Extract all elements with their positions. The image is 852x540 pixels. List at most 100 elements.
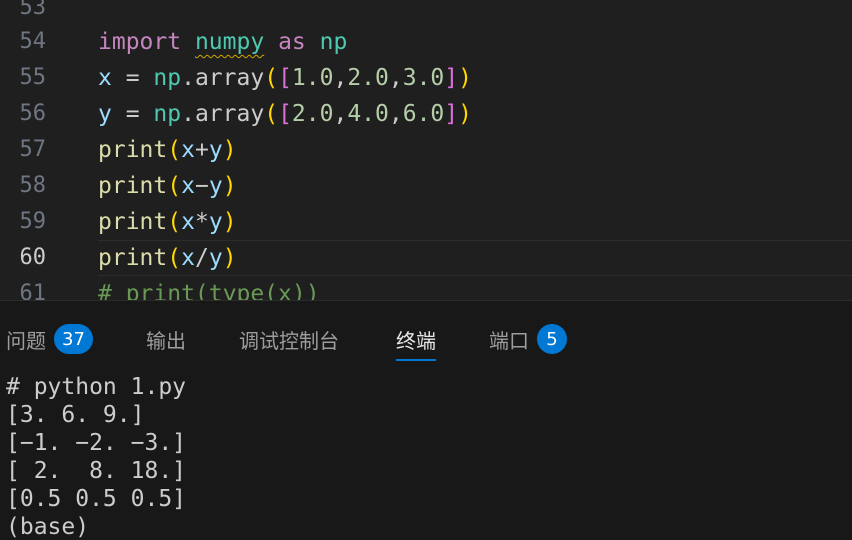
code-line: 53 bbox=[0, 0, 852, 26]
comma-token: , bbox=[388, 101, 403, 127]
bracket-token: [ bbox=[278, 65, 292, 91]
comma-token: , bbox=[333, 65, 348, 91]
bracket-token: ) bbox=[222, 245, 237, 271]
alias-token: np bbox=[319, 29, 348, 55]
number-token: 4.0 bbox=[347, 101, 389, 127]
code-line: 58 print(x−y) bbox=[0, 168, 852, 204]
variable-token: x bbox=[181, 137, 195, 163]
number-token: 2.0 bbox=[291, 101, 334, 127]
terminal-line: # python 1.py bbox=[6, 374, 187, 400]
number-token: 6.0 bbox=[402, 101, 445, 127]
variable-token: y bbox=[208, 209, 223, 235]
code-line: 54 import numpy as np bbox=[0, 24, 852, 60]
code-line: 61 # print(type(x)) bbox=[0, 276, 852, 300]
method-token: .array bbox=[181, 101, 265, 127]
bracket-token: ) bbox=[222, 173, 237, 199]
bracket-token: ) bbox=[458, 65, 472, 91]
line-number: 54 bbox=[19, 29, 47, 54]
number-token: 2.0 bbox=[347, 65, 389, 91]
line-number: 55 bbox=[19, 65, 47, 90]
line-number: 61 bbox=[19, 281, 47, 300]
code-text[interactable]: print(x/y) bbox=[98, 240, 237, 276]
tab-label: 调试控制台 bbox=[239, 328, 339, 353]
line-number: 53 bbox=[19, 0, 47, 20]
bracket-token: ( bbox=[167, 209, 182, 235]
code-text[interactable]: print(x−y) bbox=[98, 168, 237, 204]
variable-token: y bbox=[208, 137, 223, 163]
code-text[interactable]: y = np.array([2.0,4.0,6.0]) bbox=[98, 96, 472, 132]
module-token-warning[interactable]: numpy bbox=[195, 29, 264, 55]
bracket-token: [ bbox=[278, 101, 292, 127]
function-token: print bbox=[98, 245, 168, 271]
keyword-token: import bbox=[98, 29, 182, 55]
operator-token: * bbox=[194, 209, 209, 235]
bracket-token: ( bbox=[264, 65, 279, 91]
tab-terminal[interactable]: 终端 bbox=[396, 319, 436, 361]
module-token: np bbox=[153, 65, 182, 91]
module-token: np bbox=[153, 101, 182, 127]
code-text[interactable]: x = np.array([1.0,2.0,3.0]) bbox=[98, 60, 472, 96]
tab-debug-console[interactable]: 调试控制台 bbox=[239, 319, 339, 359]
code-text[interactable]: print(x+y) bbox=[98, 132, 237, 168]
function-token: print bbox=[98, 173, 168, 199]
tab-label: 输出 bbox=[146, 328, 186, 353]
tab-label: 端口 bbox=[489, 328, 529, 353]
terminal-line: [3. 6. 9.] bbox=[6, 402, 145, 428]
terminal-line: [−1. −2. −3.] bbox=[6, 430, 187, 456]
comma-token: , bbox=[333, 101, 348, 127]
bracket-token: ) bbox=[458, 101, 472, 127]
variable-token: y bbox=[98, 101, 112, 127]
tab-label: 问题 bbox=[6, 328, 46, 353]
bracket-token: ] bbox=[444, 65, 459, 91]
terminal-output[interactable]: # python 1.py [3. 6. 9.] [−1. −2. −3.] [… bbox=[6, 373, 846, 540]
line-number: 56 bbox=[19, 101, 47, 126]
bracket-token: ( bbox=[264, 101, 279, 127]
keyword-token: as bbox=[278, 29, 306, 55]
comma-token: , bbox=[388, 65, 403, 91]
comment-token[interactable]: # print(type(x)) bbox=[98, 276, 320, 300]
operator-token: = bbox=[111, 101, 154, 127]
code-line-current: 60 print(x/y) bbox=[0, 240, 852, 276]
problems-count-badge: 37 bbox=[54, 324, 93, 354]
bracket-token: ) bbox=[222, 209, 237, 235]
method-token: .array bbox=[181, 65, 265, 91]
bottom-panel: 问题 37 输出 调试控制台 终端 端口 5 # python 1.py [3.… bbox=[0, 300, 852, 540]
code-text[interactable]: import numpy as np bbox=[98, 24, 347, 60]
bracket-token: ( bbox=[167, 137, 182, 163]
tab-ports[interactable]: 端口 5 bbox=[489, 319, 567, 359]
code-text[interactable]: print(x*y) bbox=[98, 204, 237, 240]
number-token: 1.0 bbox=[291, 65, 334, 91]
variable-token: y bbox=[208, 173, 223, 199]
variable-token: y bbox=[208, 245, 223, 271]
number-token: 3.0 bbox=[402, 65, 445, 91]
operator-token: / bbox=[194, 245, 209, 271]
variable-token: x bbox=[98, 65, 112, 91]
variable-token: x bbox=[181, 209, 195, 235]
operator-token: = bbox=[111, 65, 154, 91]
line-number: 58 bbox=[19, 173, 47, 198]
operator-token: − bbox=[194, 173, 209, 199]
tab-problems[interactable]: 问题 37 bbox=[6, 319, 93, 359]
code-line: 56 y = np.array([2.0,4.0,6.0]) bbox=[0, 96, 852, 132]
bracket-token: ( bbox=[167, 173, 182, 199]
code-line: 57 print(x+y) bbox=[0, 132, 852, 168]
variable-token: x bbox=[181, 173, 195, 199]
code-line: 59 print(x*y) bbox=[0, 204, 852, 240]
code-line: 55 x = np.array([1.0,2.0,3.0]) bbox=[0, 60, 852, 96]
tab-label: 终端 bbox=[396, 328, 436, 353]
bracket-token: ] bbox=[444, 101, 459, 127]
bracket-token: ) bbox=[222, 137, 237, 163]
bracket-token: ( bbox=[167, 245, 182, 271]
tab-output[interactable]: 输出 bbox=[146, 319, 186, 359]
terminal-line: [ 2. 8. 18.] bbox=[6, 458, 187, 484]
terminal-line: [0.5 0.5 0.5] bbox=[6, 486, 187, 512]
variable-token: x bbox=[181, 245, 195, 271]
operator-token: + bbox=[194, 137, 209, 163]
ports-count-badge: 5 bbox=[537, 324, 567, 354]
line-number: 60 bbox=[19, 245, 47, 270]
line-number: 57 bbox=[19, 137, 47, 162]
function-token: print bbox=[98, 209, 168, 235]
line-number: 59 bbox=[19, 209, 47, 234]
code-editor[interactable]: 53 54 import numpy as np 55 x = np.array… bbox=[0, 0, 852, 300]
terminal-prompt: (base) bbox=[6, 514, 90, 540]
